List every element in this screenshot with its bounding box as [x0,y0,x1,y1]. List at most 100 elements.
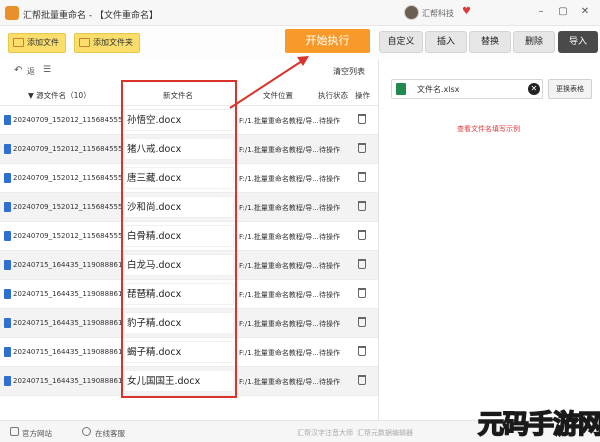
new-filename-cell[interactable]: 豹子精.docx [124,312,234,334]
column-location: 文件位置 [263,91,293,100]
status-text: 待操作 [319,262,340,270]
table-row[interactable]: 20240715_164435_119088861 琵琶精.docx F:/1.… [0,280,378,309]
heart-icon[interactable]: ♥ [462,6,471,17]
table-row[interactable]: 20240709_152012_115684555 猪八戒.docx F:/1.… [0,135,378,164]
column-action: 操作 [355,91,370,100]
import-button[interactable]: 导入 [558,31,598,53]
import-panel: 文件名.xlsx ✕ 更换表格 查看文件名填写示例 [379,60,600,420]
brand-avatar[interactable] [404,5,419,20]
table-header: ▼ 源文件名（10） 新文件名 文件位置 执行状态 操作 [0,84,378,106]
custom-button[interactable]: 自定义 [379,31,423,53]
undo-icon[interactable]: ↶ [14,65,22,76]
word-file-icon [4,173,11,183]
table-row[interactable]: 20240715_164435_119088861 蝎子精.docx F:/1.… [0,338,378,367]
file-location: F:/1.批量重命名教程/导... [239,378,319,386]
column-original-name-label: 源文件名（10） [36,91,91,100]
toolbar: 添加文件 添加文件夹 开始执行 自定义 插入 替换 删除 导入 [0,26,600,60]
file-location: F:/1.批量重命名教程/导... [239,204,319,212]
original-filename: 20240709_152012_115684555 [13,116,123,124]
example-link[interactable]: 查看文件名填写示例 [457,124,520,134]
add-folder-label: 添加文件夹 [93,38,133,47]
replace-button[interactable]: 替换 [469,31,511,53]
list-tools: ↶ 返 ☰ 清空列表 [0,60,378,82]
word-file-icon [4,376,11,386]
original-filename: 20240715_164435_119088861 [13,290,123,298]
list-view-icon[interactable]: ☰ [43,65,51,75]
excel-file-name: 文件名.xlsx [417,85,460,94]
original-filename: 20240715_164435_119088861 [13,348,123,356]
insert-button[interactable]: 插入 [425,31,467,53]
status-text: 待操作 [319,204,340,212]
add-folder-button[interactable]: 添加文件夹 [74,33,140,53]
status-text: 待操作 [319,291,340,299]
table-row[interactable]: 20240709_152012_115684555 唐三藏.docx F:/1.… [0,164,378,193]
app-title: 汇帮批量重命名 - 【文件重命名】 [23,11,158,21]
new-filename-cell[interactable]: 沙和尚.docx [124,196,234,218]
new-filename-cell[interactable]: 孙悟空.docx [124,109,234,131]
new-filename-cell[interactable]: 白骨精.docx [124,225,234,247]
file-location: F:/1.批量重命名教程/导... [239,262,319,270]
table-row[interactable]: 20240709_152012_115684555 沙和尚.docx F:/1.… [0,193,378,222]
file-location: F:/1.批量重命名教程/导... [239,291,319,299]
column-new-name: 新文件名 [163,91,193,100]
trash-icon[interactable] [358,143,366,153]
minimize-button[interactable]: – [533,5,549,19]
new-filename-cell[interactable]: 唐三藏.docx [124,167,234,189]
brand-name[interactable]: 汇帮科技 [422,8,454,19]
original-filename: 20240709_152012_115684555 [13,232,123,240]
trash-icon[interactable] [358,346,366,356]
new-filename-cell[interactable]: 女儿国国王.docx [124,370,234,392]
table-row[interactable]: 20240715_164435_119088861 女儿国国王.docx F:/… [0,367,378,396]
file-location: F:/1.批量重命名教程/导... [239,320,319,328]
table-row[interactable]: 20240709_152012_115684555 白骨精.docx F:/1.… [0,222,378,251]
table-row[interactable]: 20240709_152012_115684555 孙悟空.docx F:/1.… [0,106,378,135]
trash-icon[interactable] [358,317,366,327]
trash-icon[interactable] [358,172,366,182]
delete-button[interactable]: 删除 [513,31,555,53]
support-icon [82,427,91,436]
column-original-name[interactable]: ▼ 源文件名（10） [28,90,91,101]
official-site-link[interactable]: 官方网站 [22,428,52,439]
add-files-button[interactable]: 添加文件 [8,33,66,53]
status-text: 待操作 [319,146,340,154]
back-label[interactable]: 返 [27,66,35,77]
online-support-link[interactable]: 在线客服 [95,428,125,439]
status-text: 待操作 [319,378,340,386]
table-row[interactable]: 20240715_164435_119088861 豹子精.docx F:/1.… [0,309,378,338]
change-table-button[interactable]: 更换表格 [548,79,592,99]
word-file-icon [4,115,11,125]
new-filename-cell[interactable]: 白龙马.docx [124,254,234,276]
footer: 官方网站 在线客服 汇帮汉字注音大师 汇帮元数据编辑器 [0,420,600,442]
original-filename: 20240715_164435_119088861 [13,377,123,385]
restore-button[interactable]: ▢ [555,5,571,19]
new-filename-cell[interactable]: 琵琶精.docx [124,283,234,305]
clear-icon[interactable]: ✕ [528,83,540,95]
word-file-icon [4,289,11,299]
word-file-icon [4,144,11,154]
excel-file-field[interactable]: 文件名.xlsx ✕ [391,79,543,99]
trash-icon[interactable] [358,288,366,298]
trash-icon[interactable] [358,230,366,240]
add-file-icon [13,38,24,47]
close-button[interactable]: ✕ [577,5,593,19]
status-text: 待操作 [319,320,340,328]
new-filename-cell[interactable]: 猪八戒.docx [124,138,234,160]
original-filename: 20240709_152012_115684555 [13,203,123,211]
clear-list-button[interactable]: 清空列表 [333,66,365,77]
status-text: 待操作 [319,349,340,357]
trash-icon[interactable] [358,259,366,269]
trash-icon[interactable] [358,375,366,385]
table-row[interactable]: 20240715_164435_119088861 白龙马.docx F:/1.… [0,251,378,280]
app-logo-icon [5,6,19,20]
file-location: F:/1.批量重命名教程/导... [239,117,319,125]
new-filename-cell[interactable]: 蝎子精.docx [124,341,234,363]
original-filename: 20240715_164435_119088861 [13,319,123,327]
word-file-icon [4,202,11,212]
trash-icon[interactable] [358,201,366,211]
footer-product-link[interactable]: 汇帮汉字注音大师 [297,428,353,438]
status-text: 待操作 [319,117,340,125]
add-files-label: 添加文件 [27,38,59,47]
footer-product-link[interactable]: 汇帮元数据编辑器 [357,428,413,438]
trash-icon[interactable] [358,114,366,124]
start-button[interactable]: 开始执行 [285,29,370,53]
